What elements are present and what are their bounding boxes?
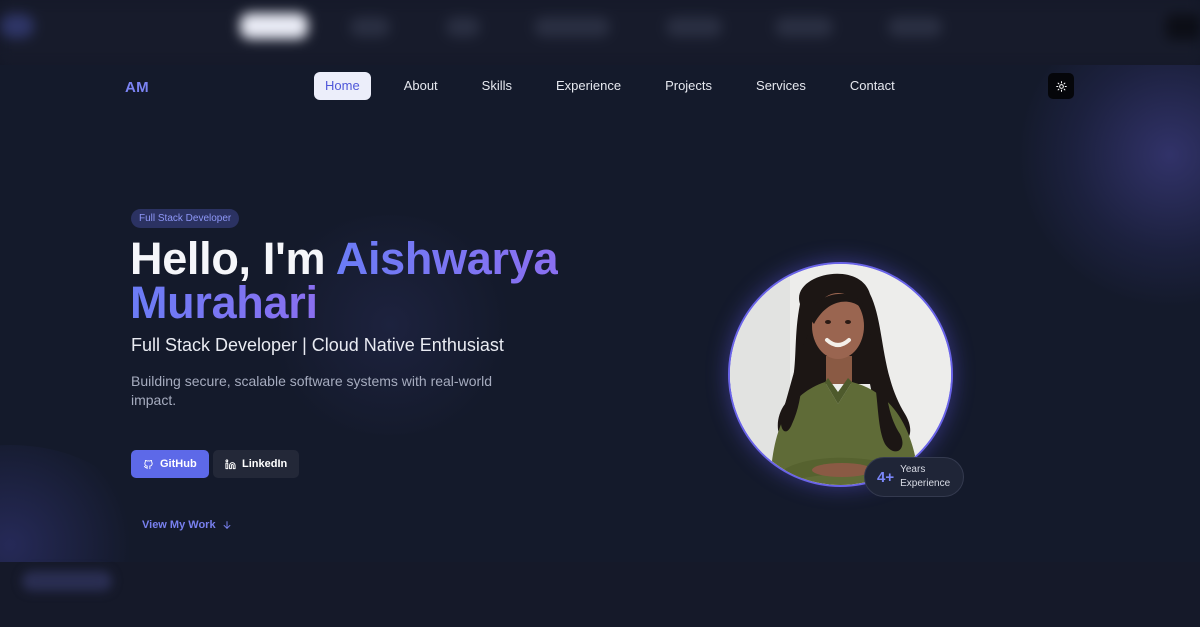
github-icon — [143, 459, 153, 469]
main-nav: Home About Skills Experience Projects Se… — [314, 72, 928, 100]
page: AM Home About Skills Experience Projects… — [0, 0, 1200, 627]
hero-name-last: Murahari — [130, 277, 318, 328]
nav-item-about[interactable]: About — [393, 72, 449, 100]
blurred-element — [22, 571, 112, 591]
blurred-theme-button — [1166, 14, 1200, 40]
nav-item-services[interactable]: Services — [745, 72, 817, 100]
nav-item-skills[interactable]: Skills — [471, 72, 523, 100]
hero-subtitle: Full Stack Developer | Cloud Native Enth… — [131, 335, 504, 355]
hero-title: Hello, I'm Aishwarya Murahari — [130, 236, 559, 328]
github-button[interactable]: GitHub — [131, 450, 209, 478]
view-my-work-link[interactable]: View My Work — [142, 519, 232, 531]
experience-years-label: Years Experience — [900, 464, 951, 489]
view-my-work-label: View My Work — [142, 519, 216, 531]
hero-name-first: Aishwarya — [335, 233, 559, 284]
nav-item-home[interactable]: Home — [314, 72, 371, 100]
arrow-down-icon — [223, 521, 230, 529]
experience-years-value: 4+ — [877, 468, 895, 486]
blurred-nav-pill — [666, 17, 722, 37]
linkedin-button-label: LinkedIn — [242, 458, 288, 470]
nav-item-contact[interactable]: Contact — [839, 72, 906, 100]
background-glow — [1020, 65, 1200, 305]
github-button-label: GitHub — [160, 458, 197, 470]
linkedin-button[interactable]: LinkedIn — [213, 450, 300, 478]
role-badge: Full Stack Developer — [131, 209, 240, 228]
sun-icon — [1055, 80, 1067, 92]
blurred-header-overlay — [0, 0, 1200, 65]
hero-section: AM Home About Skills Experience Projects… — [0, 65, 1200, 562]
blurred-nav-pill — [350, 17, 390, 37]
blurred-nav-pill — [534, 17, 610, 37]
nav-item-projects[interactable]: Projects — [654, 72, 723, 100]
linkedin-icon — [225, 458, 236, 469]
hero-description: Building secure, scalable software syste… — [131, 373, 493, 408]
experience-badge: 4+ Years Experience — [864, 457, 964, 497]
blurred-nav-pill — [240, 13, 308, 39]
blurred-logo — [0, 14, 34, 38]
blurred-nav-pill — [888, 17, 942, 37]
blurred-nav-pill — [775, 17, 833, 37]
site-logo[interactable]: AM — [125, 79, 149, 96]
background-glow — [0, 445, 150, 562]
blurred-nav-pill — [446, 17, 480, 37]
profile-portrait-illustration — [730, 264, 951, 485]
profile-photo — [728, 262, 953, 487]
bottom-strip — [0, 562, 1200, 627]
theme-toggle-button[interactable] — [1048, 73, 1074, 99]
nav-item-experience[interactable]: Experience — [545, 72, 632, 100]
